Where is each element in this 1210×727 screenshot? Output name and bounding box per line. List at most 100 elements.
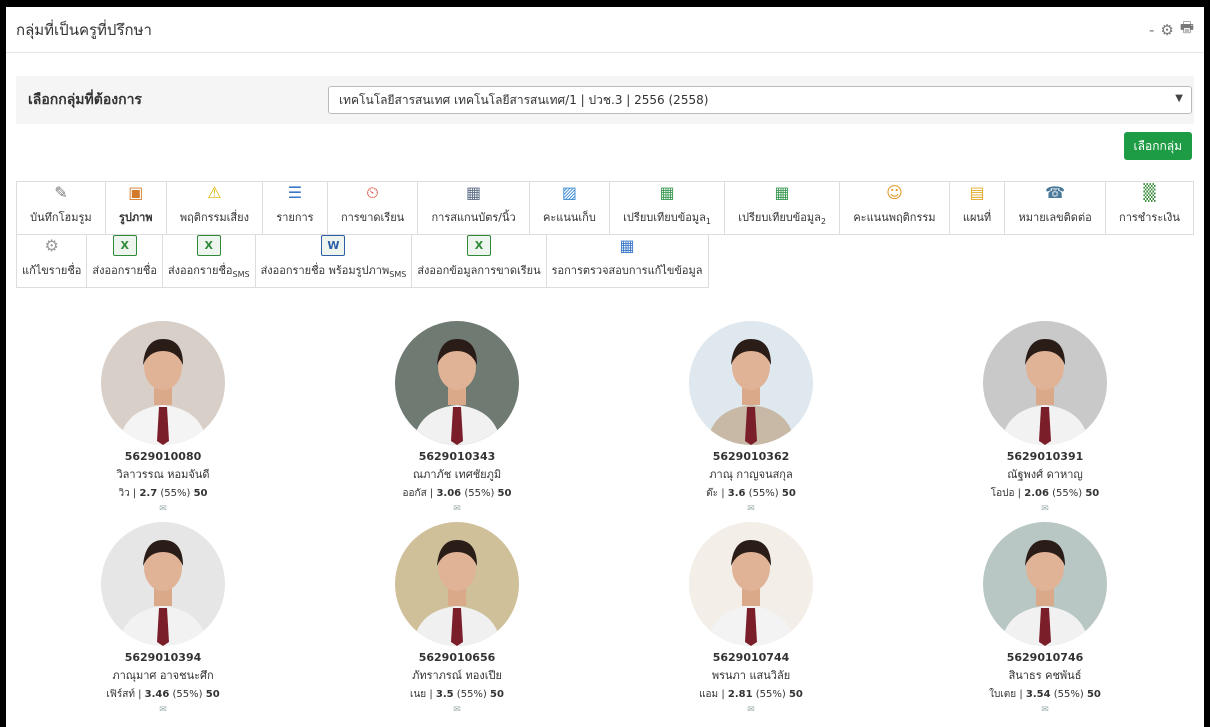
settings-icon[interactable]: ⚙ <box>1160 21 1173 39</box>
student-nickname: โอปอ <box>990 488 1015 499</box>
student-photo[interactable] <box>395 522 519 646</box>
student-card[interactable]: 5629010394 ภาณุมาศ อาจชนะศึก เฟิร์สท์ | 3.… <box>16 522 310 715</box>
print-icon[interactable]: 🖶 <box>1180 17 1194 42</box>
student-name[interactable]: พรนภา แสนวิลัย <box>712 666 790 684</box>
mail-icon[interactable]: ✉ <box>453 705 461 715</box>
picture-icon: ▣ <box>128 183 144 202</box>
toolbar-label: ส่งออกรายชื่อ พร้อมรูปภาพSMS <box>261 261 407 279</box>
toolbar-label-text: ส่งออกรายชื่อ <box>92 264 157 277</box>
info-separator: | <box>718 689 728 700</box>
student-name[interactable]: ณัฐพงศ์ ดาหาญ <box>1007 465 1083 483</box>
student-card[interactable]: 5629010746 สินาธร คชพันธ์ ใบเตย | 3.54 (55… <box>898 522 1192 715</box>
student-card[interactable]: 5629010391 ณัฐพงศ์ ดาหาญ โอปอ | 2.06 (55%)… <box>898 321 1192 514</box>
student-card[interactable]: 5629010362 ภาณุ กาญจนสกุล ต๊ะ | 3.6 (55%) … <box>604 321 898 514</box>
toolbar-button-list[interactable]: ☰ รายการ <box>263 181 328 235</box>
toolbar-button-warning[interactable]: ⚠ พฤติกรรมเสี่ยง <box>166 181 264 235</box>
student-score: 50 <box>1086 689 1101 700</box>
minimize-button[interactable]: - <box>1149 21 1154 39</box>
group-selector-row: เลือกกลุ่มที่ต้องการ เทคโนโลยีสารสนเทศ เ… <box>16 76 1194 124</box>
student-photo[interactable] <box>101 522 225 646</box>
student-photo[interactable] <box>689 321 813 445</box>
student-score: 50 <box>490 689 504 700</box>
panel-header: กลุ่มที่เป็นครูที่ปรึกษา - ⚙ 🖶 <box>6 7 1204 53</box>
student-card[interactable]: 5629010080 วิลาวรรณ หอมจันดี วิว | 2.7 (55… <box>16 321 310 514</box>
student-percent: (55%) <box>1048 488 1086 499</box>
mail-icon[interactable]: ✉ <box>1041 504 1049 514</box>
absence-icon: ⏲ <box>366 182 379 202</box>
student-photo[interactable] <box>395 321 519 445</box>
toolbar-label-text: การสแกนบัตร/นิ้ว <box>431 211 516 224</box>
student-score: 50 <box>497 488 512 499</box>
student-name[interactable]: ภาณุ กาญจนสกุล <box>709 465 792 483</box>
toolbar-button-calendar[interactable]: ▦ การสแกนบัตร/นิ้ว <box>418 181 530 235</box>
toolbar-button-picture[interactable]: ▣ รูปภาพ <box>105 181 167 235</box>
mail-icon[interactable]: ✉ <box>159 504 167 514</box>
toolbar-button-xls-sms-export[interactable]: X ส่งออกรายชื่อSMS <box>162 234 256 288</box>
mail-icon[interactable]: ✉ <box>1041 705 1049 715</box>
select-group-button[interactable]: เลือกกลุ่ม <box>1123 132 1192 160</box>
toolbar-button-home-record[interactable]: ✎ บันทึกโฮมรูม <box>17 181 106 235</box>
toolbar-label: พฤติกรรมเสี่ยง <box>180 208 249 226</box>
student-name[interactable]: สินาธร คชพันธ์ <box>1009 666 1082 684</box>
student-id: 5629010744 <box>712 651 790 664</box>
map-icon: ▤ <box>969 183 985 202</box>
toolbar-button-absence[interactable]: ⏲ การขาดเรียน <box>327 181 419 235</box>
student-nickname: วิว <box>118 488 130 499</box>
student-id: 5629010394 <box>124 651 202 664</box>
group-selector-label: เลือกกลุ่มที่ต้องการ <box>28 92 142 108</box>
mail-icon[interactable]: ✉ <box>159 705 167 715</box>
toolbar-label-text: แก้ไขรายชื่อ <box>22 264 82 277</box>
mail-icon[interactable]: ✉ <box>747 504 755 514</box>
student-photo[interactable] <box>983 321 1107 445</box>
toolbar-label-text: แผนที่ <box>962 211 992 224</box>
student-info: วิว | 2.7 (55%) 50 <box>119 486 208 501</box>
contact-icon: ☎ <box>1045 183 1066 202</box>
toolbar-button-payment[interactable]: ▒ การชำระเงิน <box>1105 181 1195 235</box>
toolbar-label-text: หมายเลขติดต่อ <box>1018 211 1092 224</box>
student-card[interactable]: 5629010343 ณภาภัช เทศชัยภูมิ ออกัส | 3.06 … <box>310 321 604 514</box>
student-name[interactable]: ภาณุมาศ อาจชนะศึก <box>112 666 213 684</box>
student-row-1: 5629010080 วิลาวรรณ หอมจันดี วิว | 2.7 (55… <box>16 321 1194 514</box>
compare-1-icon: ▦ <box>659 182 675 202</box>
toolbar-button-contact[interactable]: ☎ หมายเลขติดต่อ <box>1005 181 1106 235</box>
toolbar-label-subscript: SMS <box>389 270 407 279</box>
student-name[interactable]: ณภาภัช เทศชัยภูมิ <box>413 465 501 483</box>
student-name[interactable]: วิลาวรรณ หอมจันดี <box>116 465 209 483</box>
student-name[interactable]: ภัทราภรณ์ ทองเปีย <box>412 666 502 684</box>
student-photo[interactable] <box>101 321 225 445</box>
toolbar-button-edit-names[interactable]: ⚙ แก้ไขรายชื่อ <box>17 234 88 288</box>
toolbar-button-behavior-score[interactable]: ☺ คะแนนพฤติกรรม <box>840 181 950 235</box>
student-info: โอปอ | 2.06 (55%) 50 <box>991 486 1099 501</box>
toolbar-button-doc-export[interactable]: W ส่งออกรายชื่อ พร้อมรูปภาพSMS <box>255 234 413 288</box>
student-row-2: 5629010394 ภาณุมาศ อาจชนะศึก เฟิร์สท์ | 3.… <box>16 522 1194 715</box>
student-nickname: ออกัส <box>402 488 427 499</box>
toolbar-button-compare-1[interactable]: ▦ เปรียบเทียบข้อมูล1 <box>610 181 726 235</box>
toolbar-label-text: คะแนนพฤติกรรม <box>853 211 936 224</box>
student-card[interactable]: 5629010656 ภัทราภรณ์ ทองเปีย เนย | 3.5 (55… <box>310 522 604 715</box>
toolbar-button-pending-review[interactable]: ▦ รอการตรวจสอบการแก้ไขข้อมูล <box>546 234 709 288</box>
toolbar-button-compare-2[interactable]: ▦ เปรียบเทียบข้อมูล2 <box>725 181 841 235</box>
toolbar-label-subscript: 1 <box>705 217 711 226</box>
group-select-value: เทคโนโลยีสารสนเทศ เทคโนโลยีสารสนเทศ/1 | … <box>339 92 709 107</box>
mail-icon[interactable]: ✉ <box>747 705 755 715</box>
toolbar-button-xls-absence-export[interactable]: X ส่งออกข้อมูลการขาดเรียน <box>412 234 547 288</box>
group-select[interactable]: เทคโนโลยีสารสนเทศ เทคโนโลยีสารสนเทศ/1 | … <box>328 86 1192 114</box>
info-separator: | <box>426 689 436 700</box>
student-gpa: 2.81 <box>727 689 753 700</box>
student-card[interactable]: 5629010744 พรนภา แสนวิลัย แอม | 2.81 (55%)… <box>604 522 898 715</box>
toolbar-button-xls-export[interactable]: X ส่งออกรายชื่อ <box>87 234 163 288</box>
toolbar-button-map[interactable]: ▤ แผนที่ <box>949 181 1006 235</box>
xls-export-icon: X <box>112 235 137 256</box>
toolbar-label: หมายเลขติดต่อ <box>1019 208 1092 226</box>
student-photo[interactable] <box>983 522 1107 646</box>
toolbar-label: เปรียบเทียบข้อมูล1 <box>623 208 711 226</box>
mail-icon[interactable]: ✉ <box>453 504 461 514</box>
student-info: ใบเตย | 3.54 (55%) 50 <box>989 687 1101 702</box>
toolbar-label-text: รูปภาพ <box>118 211 153 224</box>
student-gallery: 5629010080 วิลาวรรณ หอมจันดี วิว | 2.7 (55… <box>16 321 1194 723</box>
xls-absence-export-icon: X <box>466 235 491 256</box>
toolbar-row-1: ✎ บันทึกโฮมรูม ▣ รูปภาพ ⚠ พฤติกรรมเสี่ยง ☰ รายก… <box>16 181 1195 235</box>
student-photo[interactable] <box>689 522 813 646</box>
list-icon: ☰ <box>287 183 303 202</box>
toolbar-button-score-chart[interactable]: ▨ คะแนนเก็บ <box>529 181 610 235</box>
